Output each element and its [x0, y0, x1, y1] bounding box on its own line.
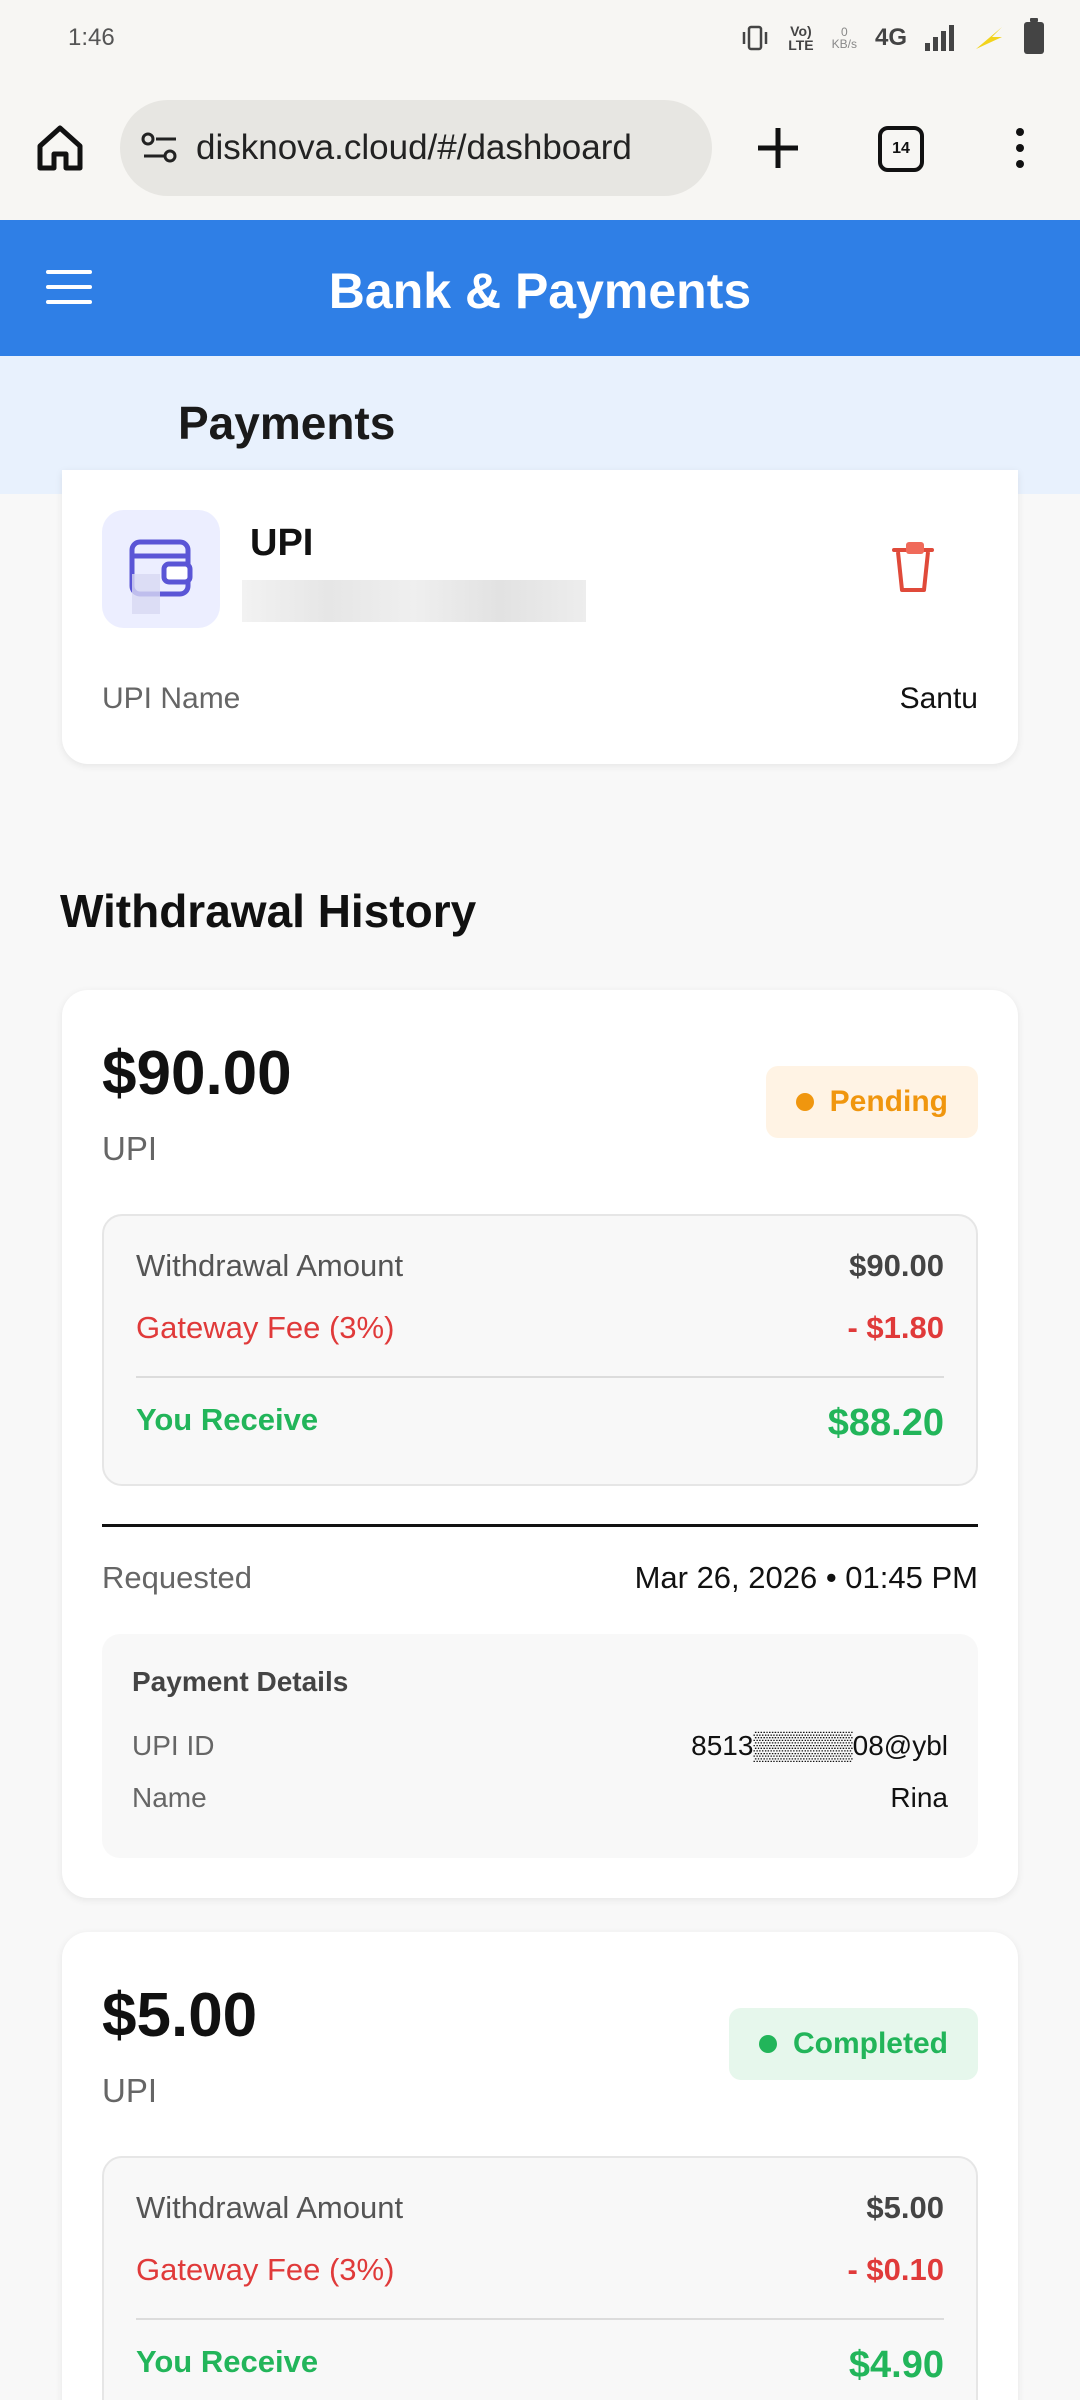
payment-details: Payment Details UPI ID 8513▒▒▒▒▒08@ybl N…: [102, 1634, 978, 1858]
breakdown-divider: [136, 1376, 944, 1378]
status-icons: Vo) LTE 0 KB/s 4G: [740, 18, 1044, 54]
withdrawal-history-title: Withdrawal History: [60, 885, 477, 937]
breakdown-fee-row: Gateway Fee (3%) - $1.80: [136, 1310, 944, 1345]
payment-name-row: Name Rina: [132, 1782, 948, 1813]
home-icon[interactable]: [30, 118, 90, 178]
plus-icon[interactable]: [748, 118, 808, 178]
status-bar: 1:46 Vo) LTE 0 KB/s 4G: [0, 0, 1080, 80]
tabs-icon[interactable]: 14: [878, 126, 924, 172]
tab-count: 14: [892, 140, 910, 157]
requested-date: Mar 26, 2026 • 01:45 PM: [634, 1560, 978, 1595]
upi-account-card: UPI UPI Name Santu: [62, 470, 1018, 764]
payment-upi-id-row: UPI ID 8513▒▒▒▒▒08@ybl: [132, 1730, 948, 1761]
status-dot: [758, 2035, 777, 2053]
breakdown-amount-row: Withdrawal Amount $5.00: [136, 2190, 944, 2225]
withdrawal-amount: $90.00: [102, 1039, 292, 1108]
signal-icon: [925, 25, 954, 51]
battery-icon: [1024, 18, 1044, 54]
withdrawal-method: UPI: [102, 2072, 158, 2109]
upi-id-redacted: [242, 580, 586, 622]
breakdown-receive-row: You Receive $88.20: [136, 1402, 944, 1444]
section-header-title: Payments: [178, 397, 396, 449]
card-divider: [102, 1524, 978, 1527]
page-title: Bank & Payments: [328, 263, 752, 319]
status-badge: Pending: [765, 1066, 978, 1138]
breakdown-receive-row: You Receive $4.90: [136, 2344, 944, 2386]
network-type: 4G: [874, 24, 907, 51]
payment-details-title: Payment Details: [132, 1666, 349, 1697]
address-bar[interactable]: disknova.cloud/#/dashboard: [120, 100, 712, 196]
status-badge: Completed: [728, 2008, 978, 2080]
status-dot: [795, 1093, 814, 1111]
breakdown-amount-row: Withdrawal Amount $90.00: [136, 1248, 944, 1283]
amount-breakdown: Withdrawal Amount $5.00 Gateway Fee (3%)…: [102, 2156, 978, 2400]
withdrawal-amount: $5.00: [102, 1981, 258, 2050]
upi-name-label: UPI Name: [102, 682, 241, 715]
breakdown-fee-row: Gateway Fee (3%) - $0.10: [136, 2252, 944, 2287]
breakdown-divider: [136, 2318, 944, 2320]
vibrate-icon: [742, 25, 768, 51]
network-speed: 0 KB/s: [831, 25, 857, 51]
withdrawal-method: UPI: [102, 1130, 158, 1167]
trash-icon[interactable]: [888, 538, 938, 596]
amount-breakdown: Withdrawal Amount $90.00 Gateway Fee (3%…: [102, 1214, 978, 1486]
url-text[interactable]: disknova.cloud/#/dashboard: [196, 128, 632, 168]
withdrawal-card: $5.00 UPI Completed Withdrawal Amount $5…: [62, 1932, 1018, 2400]
requested-label: Requested: [102, 1560, 252, 1595]
browser-toolbar: disknova.cloud/#/dashboard 14: [0, 80, 1080, 220]
charging-icon: [976, 27, 1002, 49]
volte-indicator: Vo) LTE: [788, 23, 814, 53]
app-header: Bank & Payments: [0, 220, 1080, 356]
upi-name-value: Santu: [899, 682, 978, 715]
more-vert-icon[interactable]: [1000, 118, 1040, 178]
withdrawal-card: $90.00 UPI Pending Withdrawal Amount $90…: [62, 990, 1018, 1898]
upi-type-label: UPI: [250, 522, 314, 564]
status-time: 1:46: [68, 24, 115, 51]
site-settings-icon[interactable]: [140, 131, 180, 165]
wallet-icon: [102, 510, 220, 628]
